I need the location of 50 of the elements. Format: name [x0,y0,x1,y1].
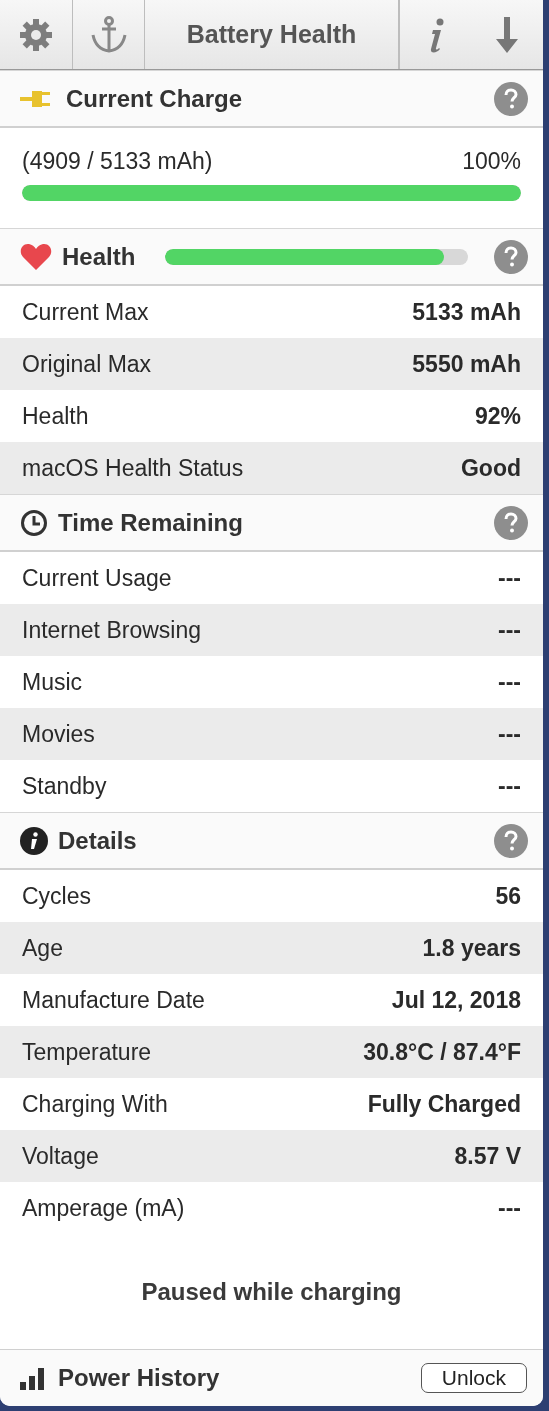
row-label: Charging With [22,1090,168,1118]
row-label: Age [22,934,63,962]
row-label: Health [22,402,89,430]
row-value: 5133 mAh [412,298,521,326]
row-value: --- [498,564,521,592]
row-value: 56 [495,882,521,910]
row-value: 5550 mAh [412,350,521,378]
row-value: --- [498,1194,521,1222]
row-value: 92% [474,402,521,430]
row-label: Movies [22,720,95,748]
info-icon [20,826,48,855]
row-label: Temperature [22,1038,152,1066]
row-label: Cycles [22,882,91,910]
row-value: 1.8 years [422,934,521,962]
row-value: 30.8°C / 87.4°F [363,1038,521,1066]
section-title: Current Charge [66,84,243,113]
row-value: --- [498,772,521,800]
help-icon[interactable] [494,823,528,858]
row-label: Current Usage [22,564,172,592]
section-title: Time Remaining [58,508,243,537]
settings-icon [19,17,53,52]
footer-title: Power History [58,1364,220,1392]
row-label: Manufacture Date [22,986,205,1014]
row-label: Current Max [22,298,149,326]
row-label: Standby [22,772,107,800]
row-label: Internet Browsing [22,616,201,644]
heart-icon [20,242,52,271]
row-label: Original Max [22,350,152,378]
help-icon[interactable] [494,505,528,540]
row-value: --- [498,616,521,644]
row-label: Amperage (mA) [22,1194,185,1222]
row-label: macOS Health Status [22,454,244,482]
row-value: Fully Charged [367,1090,521,1118]
window-title: Battery Health [144,0,399,69]
row-value: 8.57 V [454,1142,521,1170]
row-value: Jul 12, 2018 [391,986,521,1014]
charge-reading: (4909 / 5133 mAh) [22,148,213,175]
help-icon[interactable] [494,239,528,274]
row-value: --- [498,668,521,696]
section-title: Details [58,826,137,855]
clock-icon [20,508,48,537]
row-value: Good [460,454,521,482]
help-icon[interactable] [494,81,528,116]
row-label: Voltage [22,1142,99,1170]
unlock-button[interactable]: Unlock [420,1363,527,1393]
section-title: Health [62,242,136,271]
charge-percent: 100% [462,148,521,175]
row-label: Music [22,668,83,696]
down-arrow-icon [494,16,520,53]
row-value: --- [498,720,521,748]
